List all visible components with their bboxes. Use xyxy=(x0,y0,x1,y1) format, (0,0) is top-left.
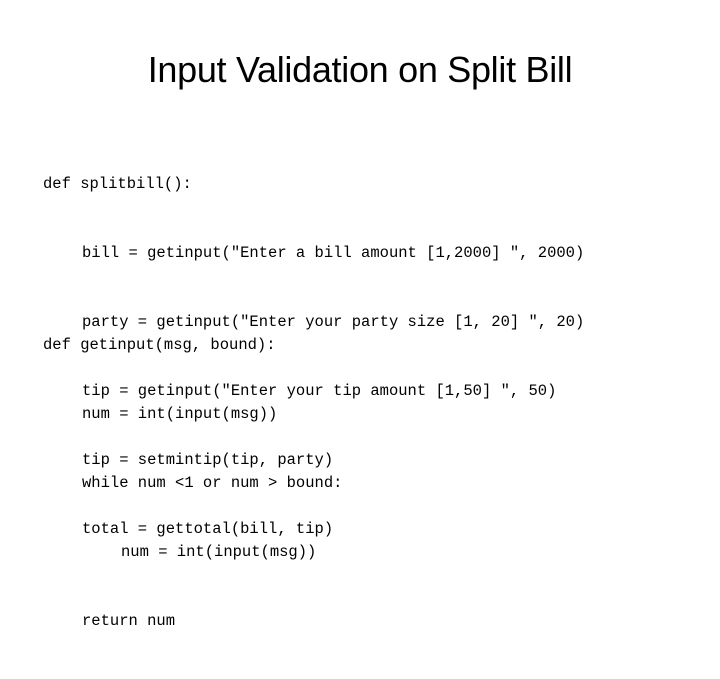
slide-title: Input Validation on Split Bill xyxy=(147,49,573,90)
code-line: num = int(input(msg)) xyxy=(121,543,317,561)
slide: Input Validation on Split Bill def split… xyxy=(0,0,720,630)
code-line: bill = getinput("Enter a bill amount [1,… xyxy=(82,244,585,262)
code-line: while num <1 or num > bound: xyxy=(82,474,343,492)
code-block-getinput: def getinput(msg, bound): num = int(inpu… xyxy=(43,288,342,679)
code-line: num = int(input(msg)) xyxy=(82,405,278,423)
code-line: return num xyxy=(82,612,176,630)
code-line: def getinput(msg, bound): xyxy=(43,336,276,354)
code-line: def splitbill(): xyxy=(43,175,192,193)
